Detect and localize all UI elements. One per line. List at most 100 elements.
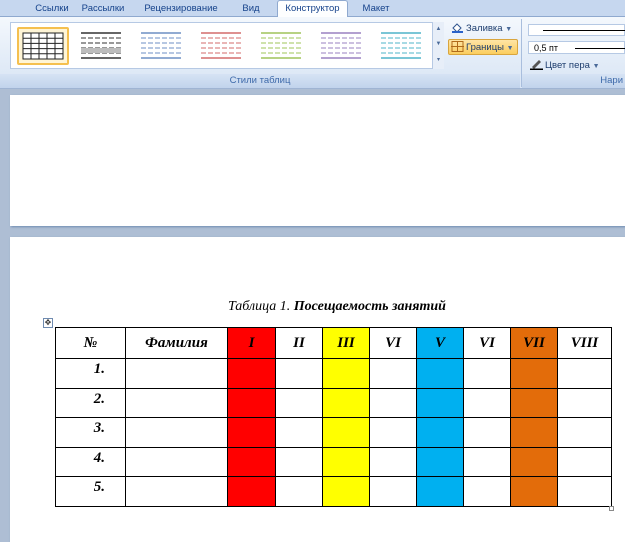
chevron-down-icon: ▼: [592, 63, 600, 70]
table-cell[interactable]: [275, 387, 323, 418]
table-cell[interactable]: [510, 358, 558, 389]
table-cell[interactable]: [227, 358, 276, 389]
row-number-cell[interactable]: 2.: [55, 387, 126, 418]
table-caption-prefix: Таблица 1.: [228, 299, 291, 314]
table-header-cell[interactable]: VIII: [557, 327, 612, 359]
line-style-select[interactable]: [528, 24, 625, 36]
table-cell[interactable]: [369, 446, 417, 477]
table-row: 3.: [55, 417, 612, 448]
table-cell[interactable]: [322, 476, 370, 507]
table-cell[interactable]: [510, 476, 558, 507]
gallery-up-button[interactable]: ▲: [433, 22, 444, 37]
table-move-handle-icon[interactable]: ✥: [43, 318, 53, 328]
line-weight-select[interactable]: 0,5 пт: [528, 41, 625, 54]
pen-icon: [530, 59, 543, 70]
tab-design[interactable]: Конструктор: [277, 0, 348, 18]
table-cell[interactable]: [416, 476, 464, 507]
table-cell[interactable]: [463, 358, 511, 389]
table-cell[interactable]: [125, 446, 228, 477]
table-cell[interactable]: [557, 387, 612, 418]
shading-label: Заливка: [466, 23, 503, 34]
gallery-down-button[interactable]: ▼: [433, 37, 444, 52]
table-cell[interactable]: [463, 417, 511, 448]
table-header-cell[interactable]: VI: [369, 327, 417, 359]
table-header-cell[interactable]: VII: [510, 327, 558, 359]
table-cell[interactable]: [510, 446, 558, 477]
shading-button[interactable]: Заливка ▼: [449, 21, 519, 37]
table-header-cell[interactable]: I: [227, 327, 276, 359]
row-number-cell[interactable]: 1.: [55, 358, 126, 389]
table-header-cell[interactable]: VI: [463, 327, 511, 359]
table-cell[interactable]: [463, 446, 511, 477]
row-number-cell[interactable]: 5.: [55, 476, 126, 507]
table-style-thumb[interactable]: [77, 27, 129, 65]
table-header-cell[interactable]: II: [275, 327, 323, 359]
tab-review[interactable]: Рецензирование: [140, 1, 222, 17]
borders-button[interactable]: Границы ▼: [448, 39, 518, 55]
attendance-table: № Фамилия I II III VI V VI VII VIII 1. 2. 3. 4. 5.: [55, 327, 612, 507]
table-styles-gallery: [10, 22, 443, 69]
table-cell[interactable]: [557, 417, 612, 448]
table-cell[interactable]: [369, 476, 417, 507]
table-cell[interactable]: [369, 387, 417, 418]
table-cell[interactable]: [227, 446, 276, 477]
table-cell[interactable]: [125, 417, 228, 448]
table-cell[interactable]: [463, 387, 511, 418]
table-row: 2.: [55, 387, 612, 418]
gallery-scroller: ▲ ▼ ▾: [432, 22, 444, 69]
table-cell[interactable]: [322, 417, 370, 448]
table-cell[interactable]: [322, 387, 370, 418]
table-header-cell[interactable]: III: [322, 327, 370, 359]
table-cell[interactable]: [557, 358, 612, 389]
borders-icon: [451, 41, 464, 52]
table-cell[interactable]: [557, 476, 612, 507]
borders-label: Границы: [466, 42, 504, 53]
table-styles-caption: Стили таблиц: [0, 74, 520, 88]
table-style-thumb[interactable]: [17, 27, 69, 65]
table-cell[interactable]: [227, 417, 276, 448]
line-weight-value: 0,5 пт: [534, 43, 559, 53]
tab-mailings[interactable]: Рассылки: [78, 1, 128, 17]
table-cell[interactable]: [275, 417, 323, 448]
table-row: 4.: [55, 446, 612, 477]
table-cell[interactable]: [275, 446, 323, 477]
table-header-cell[interactable]: Фамилия: [125, 327, 228, 359]
table-cell[interactable]: [125, 358, 228, 389]
row-number-cell[interactable]: 3.: [55, 417, 126, 448]
pen-color-button[interactable]: Цвет пера ▼: [528, 58, 625, 74]
table-cell[interactable]: [369, 417, 417, 448]
table-style-thumb[interactable]: [197, 27, 249, 65]
tab-links[interactable]: Ссылки: [32, 1, 72, 17]
tab-view[interactable]: Вид: [236, 1, 266, 17]
table-cell[interactable]: [275, 476, 323, 507]
table-caption-title: Посещаемость занятий: [293, 299, 446, 314]
table-cell[interactable]: [322, 446, 370, 477]
table-cell[interactable]: [275, 358, 323, 389]
tab-layout[interactable]: Макет: [356, 1, 396, 17]
table-header-cell[interactable]: №: [55, 327, 126, 359]
table-style-thumb[interactable]: [257, 27, 309, 65]
table-caption: Таблица 1. Посещаемость занятий: [228, 299, 446, 315]
table-cell[interactable]: [369, 358, 417, 389]
row-number-cell[interactable]: 4.: [55, 446, 126, 477]
table-cell[interactable]: [463, 476, 511, 507]
table-cell[interactable]: [227, 387, 276, 418]
table-cell[interactable]: [416, 417, 464, 448]
table-cell[interactable]: [557, 446, 612, 477]
table-cell[interactable]: [416, 446, 464, 477]
table-cell[interactable]: [416, 358, 464, 389]
table-cell[interactable]: [322, 358, 370, 389]
table-cell[interactable]: [125, 387, 228, 418]
line-weight-preview: [575, 48, 625, 49]
gallery-more-button[interactable]: ▾: [433, 53, 444, 68]
table-style-thumb[interactable]: [317, 27, 369, 65]
table-cell[interactable]: [227, 476, 276, 507]
table-cell[interactable]: [510, 387, 558, 418]
table-cell[interactable]: [416, 387, 464, 418]
table-style-thumb[interactable]: [137, 27, 189, 65]
table-style-thumb[interactable]: [377, 27, 429, 65]
table-resize-handle[interactable]: [609, 506, 614, 511]
table-header-cell[interactable]: V: [416, 327, 464, 359]
table-cell[interactable]: [125, 476, 228, 507]
table-cell[interactable]: [510, 417, 558, 448]
